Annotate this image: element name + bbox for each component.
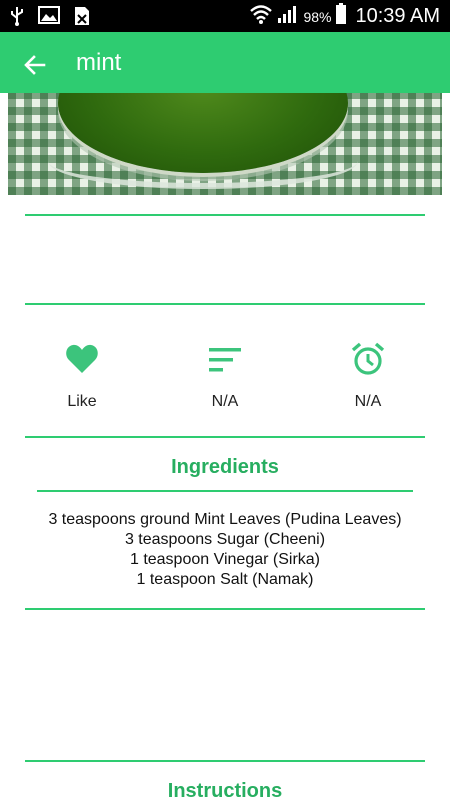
sim-off-icon xyxy=(74,6,90,26)
app-bar: mint xyxy=(0,32,450,93)
alarm-clock-icon xyxy=(351,342,385,375)
time-label: N/A xyxy=(354,393,382,410)
list-item: 1 teaspoon Vinegar (Sirka) xyxy=(129,551,321,568)
servings-label: N/A xyxy=(211,393,239,410)
divider xyxy=(25,214,425,216)
signal-icon xyxy=(277,4,299,29)
page-title: mint xyxy=(76,49,122,76)
like-label: Like xyxy=(67,393,97,410)
divider xyxy=(37,490,413,492)
ingredients-title: Ingredients xyxy=(171,456,279,478)
divider xyxy=(25,436,425,438)
battery-percent: 98% xyxy=(303,8,332,25)
list-item: 3 teaspoons ground Mint Leaves (Pudina L… xyxy=(48,511,402,528)
glass-rim xyxy=(48,133,358,189)
divider xyxy=(25,760,425,762)
servings-stat: N/A xyxy=(165,341,285,411)
sort-lines-icon xyxy=(209,348,241,372)
clock: 10:39 AM xyxy=(355,5,440,27)
ingredients-list: 3 teaspoons ground Mint Leaves (Pudina L… xyxy=(0,510,450,590)
like-stat[interactable]: Like xyxy=(22,341,142,411)
usb-icon xyxy=(10,6,24,26)
list-item: 1 teaspoon Salt (Namak) xyxy=(136,571,314,588)
divider xyxy=(25,303,425,305)
status-bar: 98% 10:39 AM xyxy=(0,0,450,32)
back-button[interactable] xyxy=(22,52,48,78)
list-item: 3 teaspoons Sugar (Cheeni) xyxy=(124,531,326,548)
recipe-image xyxy=(8,93,442,195)
wifi-icon xyxy=(249,4,273,29)
image-icon xyxy=(38,6,60,26)
divider xyxy=(25,608,425,610)
battery-icon xyxy=(335,3,347,30)
heart-icon xyxy=(66,344,98,373)
time-stat: N/A xyxy=(308,341,428,411)
arrow-left-icon xyxy=(24,55,46,75)
